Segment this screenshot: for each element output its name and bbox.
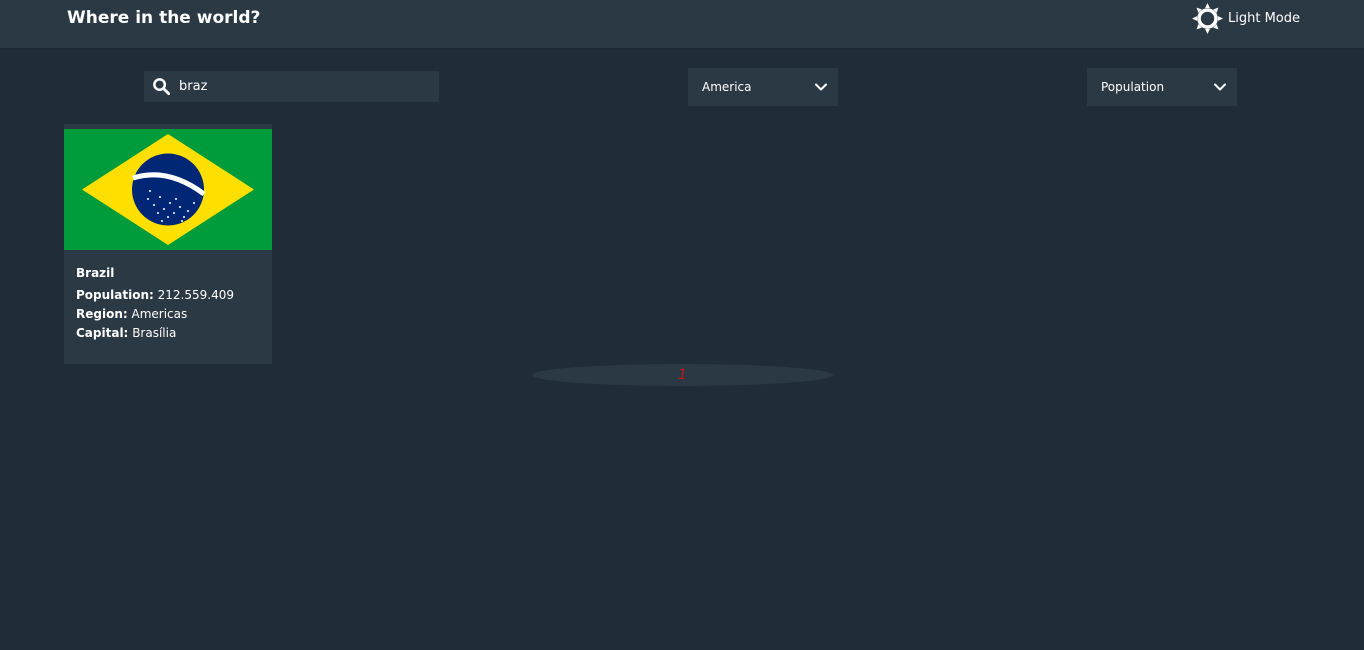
pagination: 1 — [532, 364, 833, 386]
page-number-1[interactable]: 1 — [678, 367, 687, 383]
search-icon — [153, 78, 171, 96]
population-line: Population: 212.559.409 — [76, 286, 266, 305]
capital-line: Capital: Brasília — [76, 324, 266, 343]
region-label: Region: — [76, 307, 128, 321]
chevron-down-icon — [815, 83, 827, 91]
region-filter-value: America — [702, 80, 752, 94]
app-title: Where in the world? — [67, 8, 261, 28]
sort-value: Population — [1101, 80, 1165, 94]
sun-icon — [1192, 2, 1223, 34]
brazil-flag-image — [64, 129, 272, 250]
sort-select[interactable]: Population — [1087, 68, 1237, 106]
theme-toggle-label: Light Mode — [1228, 10, 1300, 26]
country-card-body: Brazil Population: 212.559.409 Region: A… — [76, 266, 266, 343]
region-line: Region: Americas — [76, 305, 266, 324]
theme-toggle-button[interactable]: Light Mode — [1191, 2, 1300, 34]
search-input[interactable] — [179, 79, 429, 94]
region-filter-select[interactable]: America — [688, 68, 838, 106]
capital-label: Capital: — [76, 326, 129, 340]
chevron-down-icon — [1214, 83, 1226, 91]
search-field[interactable] — [144, 71, 439, 102]
capital-value: Brasília — [132, 326, 177, 340]
population-label: Population: — [76, 288, 154, 302]
app-header: Where in the world? Light Mode — [0, 0, 1364, 48]
country-card[interactable]: Brazil Population: 212.559.409 Region: A… — [64, 124, 272, 364]
country-name: Brazil — [76, 266, 115, 280]
region-value: Americas — [131, 307, 188, 321]
population-value: 212.559.409 — [157, 288, 234, 302]
